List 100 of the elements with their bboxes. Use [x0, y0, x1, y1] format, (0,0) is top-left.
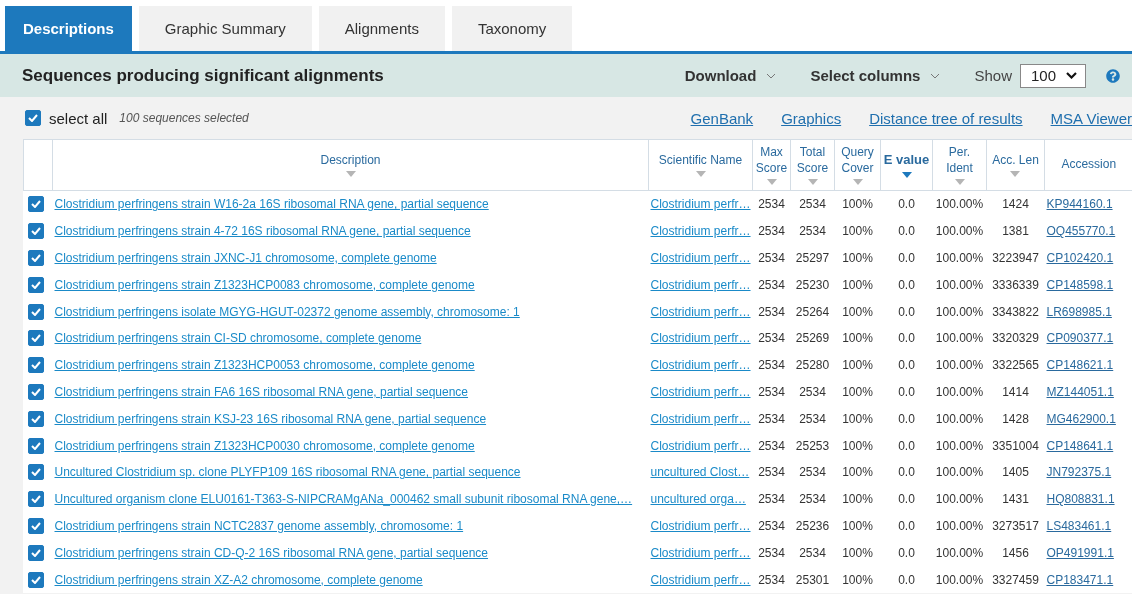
checkbox[interactable]: [27, 437, 44, 454]
accession-link[interactable]: CP102420.1: [1046, 251, 1114, 265]
description-link[interactable]: Clostridium perfringens strain Z1323HCP0053 chromosome, complete genome: [54, 358, 475, 373]
table-cell: 100%: [842, 545, 873, 560]
description-link[interactable]: Clostridium perfringens strain XZ-A2 chromosome, complete genome: [54, 572, 423, 587]
select-columns-menu[interactable]: Select columns: [810, 67, 941, 84]
checkbox[interactable]: [27, 571, 44, 588]
tab[interactable]: Taxonomy: [451, 6, 573, 51]
accession-link[interactable]: CP148641.1: [1046, 438, 1114, 453]
accession-link[interactable]: MG462900.1: [1046, 411, 1116, 426]
table-cell: 3343822: [992, 304, 1039, 319]
checkbox[interactable]: [25, 110, 41, 126]
checkbox[interactable]: [27, 250, 44, 266]
description-link[interactable]: Clostridium perfringens strain FA6 16S ribosomal RNA gene, partial sequence: [54, 384, 469, 399]
scientific-name-link[interactable]: Clostridium perfr…: [650, 358, 751, 373]
scientific-name-link[interactable]: Clostridium perfr…: [650, 438, 751, 453]
scientific-name-link[interactable]: Clostridium perfr…: [650, 331, 751, 346]
accession-link[interactable]: HQ808831.1: [1046, 492, 1115, 507]
scientific-name-link[interactable]: Clostridium perfr…: [650, 197, 751, 212]
checkbox[interactable]: [27, 491, 44, 508]
accession-link[interactable]: LR698985.1: [1046, 304, 1112, 319]
description-link[interactable]: Clostridium perfringens strain Z1323HCP0083 chromosome, complete genome: [54, 277, 475, 292]
accession-link[interactable]: MZ144051.1: [1046, 384, 1114, 399]
scientific-name-link[interactable]: Clostridium perfr…: [650, 277, 751, 292]
accession-link[interactable]: JN792375.1: [1046, 465, 1112, 480]
show-select[interactable]: 100: [1019, 63, 1086, 88]
checkbox[interactable]: [27, 383, 44, 400]
description-link[interactable]: Clostridium perfringens isolate MGYG-HGUT-02372 genome assembly, chromosome: 1: [54, 304, 520, 319]
table-cell: 0.0: [898, 545, 915, 560]
scientific-name-link[interactable]: Clostridium perfr…: [650, 572, 751, 587]
download-menu[interactable]: Download: [684, 67, 777, 84]
checkbox[interactable]: [27, 330, 44, 347]
toolbar-link[interactable]: Graphics: [781, 109, 842, 127]
scientific-name-link[interactable]: uncultured orga…: [650, 492, 746, 507]
scientific-name-link[interactable]: Clostridium perfr…: [650, 518, 751, 533]
checkbox[interactable]: [27, 544, 44, 561]
sort-icon: [345, 171, 356, 178]
scientific-name-link[interactable]: Clostridium perfr…: [650, 545, 751, 560]
accession-link[interactable]: OP491991.1: [1046, 545, 1114, 560]
sort-icon: [807, 179, 818, 186]
table-cell: 100%: [842, 411, 873, 426]
checkbox[interactable]: [27, 357, 44, 374]
description-link[interactable]: Clostridium perfringens strain NCTC2837 genome assembly, chromosome: 1: [54, 518, 464, 533]
help-icon[interactable]: [1106, 68, 1120, 83]
description-link[interactable]: Clostridium perfringens strain KSJ-23 16S ribosomal RNA gene, partial sequence: [54, 411, 487, 426]
checkbox[interactable]: [27, 410, 44, 427]
table-cell: 3351004: [992, 438, 1039, 453]
table-cell: 100%: [842, 304, 873, 319]
tab[interactable]: Graphic Summary: [138, 6, 312, 51]
table-cell: 2534: [758, 277, 785, 292]
column-header[interactable]: Description: [320, 152, 381, 178]
chevron-icon: [1066, 72, 1077, 79]
accession-link[interactable]: KP944160.1: [1046, 197, 1113, 212]
accession-link[interactable]: CP183471.1: [1046, 572, 1114, 587]
table-cell: 25253: [795, 438, 830, 453]
toolbar-link[interactable]: Distance tree of results: [869, 109, 1023, 127]
table-cell: 100%: [842, 518, 873, 533]
checkmark-icon: [30, 361, 41, 370]
scientific-name-link[interactable]: Clostridium perfr…: [650, 224, 751, 239]
description-link[interactable]: Clostridium perfringens strain JXNC-J1 chromosome, complete genome: [54, 251, 437, 265]
table-cell: 0.0: [898, 251, 915, 265]
accession-link[interactable]: LS483461.1: [1046, 518, 1112, 533]
table-cell: 1381: [1002, 224, 1029, 239]
scientific-name-link[interactable]: Clostridium perfr…: [650, 251, 751, 265]
scientific-name-link[interactable]: Clostridium perfr…: [650, 304, 751, 319]
scientific-name-link[interactable]: Clostridium perfr…: [650, 411, 751, 426]
table-cell: 0.0: [898, 492, 915, 507]
description-link[interactable]: Clostridium perfringens strain CI-SD chromosome, complete genome: [54, 331, 422, 346]
checkbox[interactable]: [27, 464, 44, 481]
table-cell: 100%: [842, 384, 873, 399]
description-link[interactable]: Clostridium perfringens strain 4-72 16S ribosomal RNA gene, partial sequence: [54, 224, 471, 239]
description-link[interactable]: Clostridium perfringens strain Z1323HCP0030 chromosome, complete genome: [54, 438, 475, 453]
accession-link[interactable]: CP090377.1: [1046, 331, 1114, 346]
table-cell: 2534: [799, 545, 826, 560]
accession-link[interactable]: OQ455770.1: [1046, 224, 1116, 239]
select-all-label[interactable]: select all: [49, 109, 108, 127]
toolbar-link[interactable]: GenBank: [690, 109, 754, 127]
description-link[interactable]: Uncultured Clostridium sp. clone PLYFP109 16S ribosomal RNA gene, partial sequence: [54, 465, 521, 480]
table-cell: 100.00%: [935, 545, 984, 560]
checkbox[interactable]: [27, 196, 44, 213]
description-link[interactable]: Clostridium perfringens strain W16-2a 16S ribosomal RNA gene, partial sequence: [54, 197, 489, 212]
scientific-name-link[interactable]: Clostridium perfr…: [650, 384, 751, 399]
checkbox[interactable]: [27, 276, 44, 293]
tab[interactable]: Descriptions: [5, 6, 132, 51]
description-link[interactable]: Uncultured organism clone ELU0161-T363-S-NIPCRAMgANa_000462 small subunit ribosomal RNA gene,…: [54, 492, 633, 507]
checkbox[interactable]: [27, 303, 44, 320]
table-cell: 2534: [758, 384, 785, 399]
toolbar-link[interactable]: MSA Viewer: [1050, 109, 1132, 127]
table-cell: 25280: [795, 358, 830, 373]
column-header[interactable]: Accession: [1061, 157, 1117, 173]
table-cell: 100%: [842, 197, 873, 212]
checkbox[interactable]: [27, 517, 44, 534]
checkmark-icon: [30, 200, 41, 209]
accession-link[interactable]: CP148598.1: [1046, 277, 1114, 292]
checkbox[interactable]: [27, 223, 44, 240]
scientific-name-link[interactable]: uncultured Clost…: [650, 465, 750, 480]
description-link[interactable]: Clostridium perfringens strain CD-Q-2 16S ribosomal RNA gene, partial sequence: [54, 545, 489, 560]
table-cell: 3320329: [992, 331, 1039, 346]
accession-link[interactable]: CP148621.1: [1046, 358, 1114, 373]
tab[interactable]: Alignments: [318, 6, 445, 51]
